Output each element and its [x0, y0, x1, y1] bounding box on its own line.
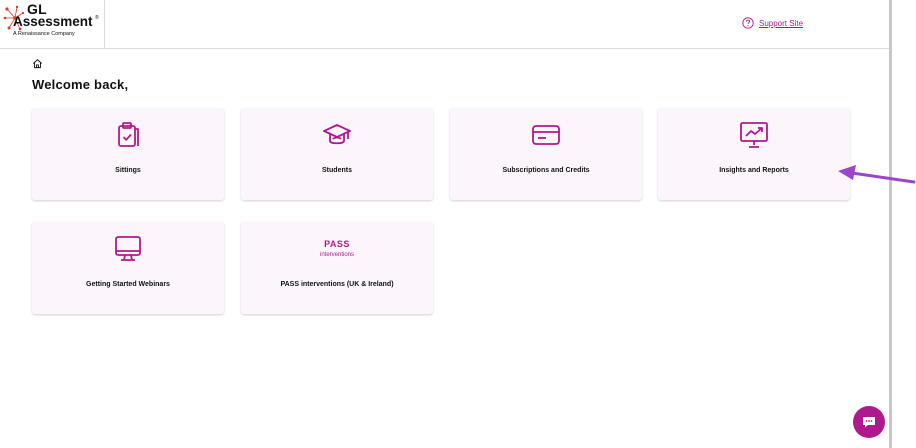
card-sittings[interactable]: Sittings [32, 108, 224, 200]
brand-logo[interactable]: GL Assessment ® A Renaissance Company [0, 0, 105, 49]
pass-logo-word: PASS [324, 239, 350, 249]
support-site-link[interactable]: Support Site [742, 17, 803, 29]
graduation-cap-icon [323, 124, 351, 145]
pass-interventions-logo: PASS interventions [241, 234, 433, 258]
card-label: Subscriptions and Credits [502, 167, 590, 174]
page-title: Welcome back, [32, 77, 129, 92]
card-label: Insights and Reports [719, 167, 789, 174]
pass-logo-subtitle: interventions [319, 252, 355, 258]
card-insights-and-reports[interactable]: Insights and Reports [658, 108, 850, 200]
support-site-label[interactable]: Support Site [759, 19, 803, 28]
top-header: GL Assessment ® A Renaissance Company Su… [0, 0, 889, 49]
help-circle-icon [742, 17, 754, 29]
card-getting-started-webinars[interactable]: Getting Started Webinars [32, 222, 224, 314]
card-label: Sittings [115, 167, 141, 174]
monitor-icon [115, 236, 141, 261]
arrow-left-icon [838, 165, 916, 184]
brand-registered-mark: ® [95, 15, 99, 21]
card-label: PASS interventions (UK & Ireland) [280, 281, 394, 288]
card-label: Getting Started Webinars [86, 281, 170, 288]
card-students[interactable]: Students [241, 108, 433, 200]
card-label: Students [322, 167, 352, 174]
brand-tagline: A Renaissance Company [13, 31, 75, 37]
chat-button[interactable] [853, 406, 885, 438]
presentation-chart-icon [740, 122, 768, 148]
clipboard-check-icon [118, 122, 139, 147]
card-subscriptions-and-credits[interactable]: Subscriptions and Credits [450, 108, 642, 200]
home-icon[interactable] [32, 58, 43, 69]
page-scrollbar[interactable] [889, 0, 892, 448]
brand-name-line2: Assessment [13, 14, 93, 29]
credit-card-icon [532, 125, 560, 145]
card-pass-interventions[interactable]: PASS interventions PASS interventions (U… [241, 222, 433, 314]
chat-bubble-icon [863, 417, 875, 428]
